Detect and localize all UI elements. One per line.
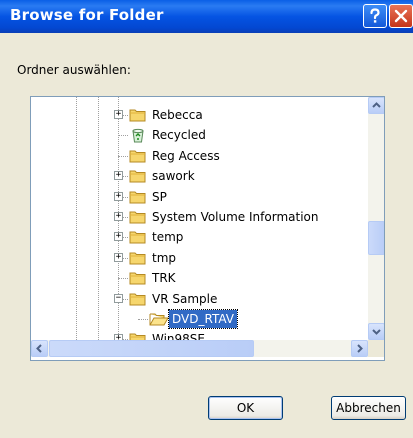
- tree-item-label: sawork: [152, 169, 195, 184]
- tree-item-label: tmp: [152, 250, 177, 265]
- collapse-button[interactable]: −: [114, 292, 123, 303]
- plus-icon: +: [115, 231, 122, 242]
- close-button[interactable]: [389, 4, 413, 28]
- browse-for-folder-dialog: Browse for Folder Ordner auswählen: + Reb…: [0, 0, 413, 438]
- vertical-scroll-thumb[interactable]: [368, 221, 384, 255]
- tree-connector: [138, 319, 148, 320]
- tree-item-label: TRK: [152, 271, 176, 286]
- folder-icon: [129, 168, 147, 188]
- window-title: Browse for Folder: [10, 6, 164, 24]
- horizontal-scrollbar[interactable]: [31, 340, 368, 357]
- minus-icon: −: [115, 292, 122, 303]
- scroll-up-button[interactable]: [368, 97, 384, 114]
- close-icon: [394, 9, 408, 23]
- tree-item-label: DVD_RTAV: [168, 309, 238, 329]
- tree-item[interactable]: Reg Access: [31, 146, 368, 167]
- expand-button[interactable]: +: [114, 211, 123, 221]
- prompt-label: Ordner auswählen:: [17, 63, 131, 77]
- folder-tree[interactable]: + Rebecca Recycled Reg Access + sawork + SP + Sys…: [30, 96, 385, 361]
- tree-item[interactable]: Recycled: [31, 125, 368, 146]
- folder-icon: [129, 189, 147, 209]
- tree-item[interactable]: + Rebecca: [31, 105, 368, 126]
- plus-icon: +: [115, 170, 122, 181]
- folder-icon: [129, 148, 147, 168]
- tree-item[interactable]: + temp: [31, 227, 368, 248]
- folder-icon: [129, 209, 147, 229]
- tree-item-label: VR Sample: [152, 291, 218, 306]
- scroll-down-button[interactable]: [368, 323, 384, 340]
- tree-connector: [118, 278, 128, 280]
- tree-item-label: Win98SE: [152, 332, 206, 340]
- tree-item-label: Rebecca: [152, 108, 203, 122]
- open-folder-icon: [149, 311, 169, 331]
- folder-icon: [129, 291, 147, 311]
- tree-item[interactable]: + tmp: [31, 248, 368, 269]
- folder-icon: [129, 229, 147, 249]
- title-bar[interactable]: Browse for Folder: [0, 0, 413, 33]
- expand-button[interactable]: +: [114, 170, 123, 181]
- tree-item[interactable]: DVD_RTAV: [31, 309, 368, 330]
- plus-icon: +: [115, 190, 122, 201]
- ok-button[interactable]: OK: [208, 396, 283, 420]
- tree-connector: [118, 155, 128, 157]
- scrollbar-corner: [368, 340, 384, 357]
- chevron-left-icon: [36, 344, 42, 353]
- folder-tree-viewport[interactable]: + Rebecca Recycled Reg Access + sawork + SP + Sys…: [31, 97, 368, 340]
- scroll-right-button[interactable]: [351, 340, 368, 357]
- folder-icon: [129, 270, 147, 290]
- chevron-up-icon: [372, 102, 381, 108]
- tree-item[interactable]: TRK: [31, 268, 368, 289]
- help-button[interactable]: [363, 4, 387, 28]
- tree-item[interactable]: + System Volume Information: [31, 207, 368, 228]
- expand-button[interactable]: +: [114, 109, 123, 119]
- expand-button[interactable]: +: [114, 251, 123, 262]
- scroll-left-button[interactable]: [31, 340, 48, 357]
- chevron-right-icon: [357, 344, 363, 353]
- folder-icon: [129, 250, 147, 270]
- plus-icon: +: [115, 211, 122, 221]
- expand-button[interactable]: +: [114, 190, 123, 201]
- plus-icon: +: [115, 251, 122, 262]
- tree-item[interactable]: − VR Sample: [31, 289, 368, 310]
- expand-button[interactable]: +: [114, 231, 123, 242]
- vertical-scrollbar[interactable]: [368, 97, 384, 340]
- tree-item-label: Reg Access: [152, 148, 220, 163]
- plus-icon: +: [115, 333, 122, 340]
- folder-icon: [129, 331, 147, 340]
- tree-item[interactable]: + Win98SE: [31, 329, 368, 340]
- tree-item[interactable]: + SP: [31, 187, 368, 208]
- cancel-button[interactable]: Abbrechen: [331, 396, 406, 420]
- tree-item-label: temp: [152, 230, 184, 245]
- tree-item[interactable]: + sawork: [31, 166, 368, 187]
- tree-item-label: SP: [152, 189, 167, 204]
- folder-icon: [129, 107, 147, 127]
- chevron-down-icon: [372, 329, 381, 335]
- recycle-bin-icon: [129, 127, 147, 147]
- question-mark-icon: [370, 8, 380, 23]
- plus-icon: +: [115, 109, 122, 119]
- tree-item-label: System Volume Information: [152, 210, 319, 224]
- tree-connector: [118, 135, 128, 137]
- horizontal-scroll-thumb[interactable]: [49, 340, 254, 357]
- tree-item-label: Recycled: [152, 128, 206, 143]
